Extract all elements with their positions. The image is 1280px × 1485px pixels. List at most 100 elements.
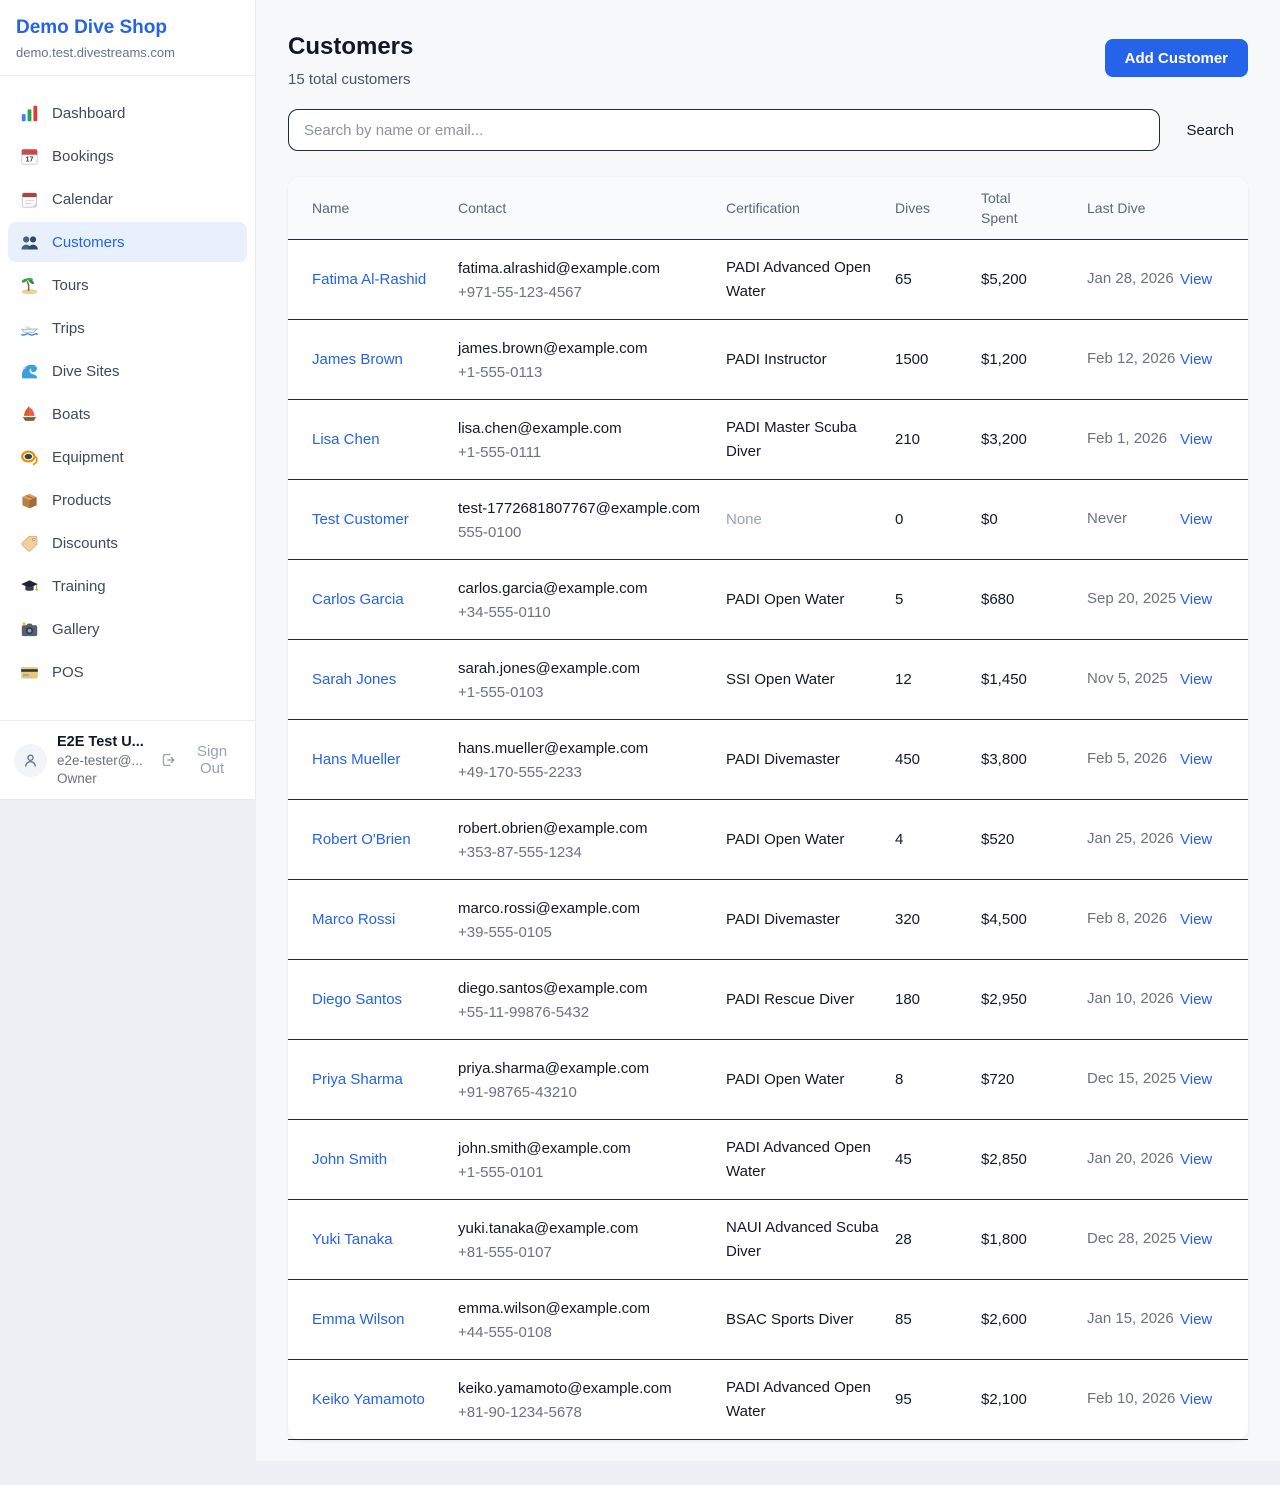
training-icon — [20, 577, 39, 596]
customer-dives: 4 — [895, 816, 981, 863]
customer-last-dive: Jan 20, 2026 — [1087, 1133, 1180, 1186]
customer-name-link[interactable]: Diego Santos — [312, 988, 402, 1012]
customer-name-link[interactable]: Robert O'Brien — [312, 828, 411, 852]
sidebar-item-calendar[interactable]: Calendar — [8, 179, 247, 219]
customer-phone: +55-11-99876-5432 — [458, 1004, 726, 1021]
customer-total-spent: $2,950 — [981, 976, 1087, 1023]
view-customer-link[interactable]: View — [1180, 1151, 1212, 1168]
customer-name-link[interactable]: Yuki Tanaka — [312, 1228, 393, 1252]
customer-email: fatima.alrashid@example.com — [458, 258, 726, 280]
customer-last-dive: Dec 28, 2025 — [1087, 1213, 1180, 1266]
sidebar-item-dashboard[interactable]: Dashboard — [8, 93, 247, 133]
customer-last-dive: Feb 1, 2026 — [1087, 413, 1180, 466]
view-customer-link[interactable]: View — [1180, 431, 1212, 448]
sidebar-item-dive-sites[interactable]: Dive Sites — [8, 351, 247, 391]
sidebar-item-label: Dive Sites — [52, 363, 120, 380]
customer-email: yuki.tanaka@example.com — [458, 1218, 726, 1240]
customer-email: diego.santos@example.com — [458, 978, 726, 1000]
view-customer-link[interactable]: View — [1180, 351, 1212, 368]
user-info: E2E Test U... e2e-tester@... Owner — [57, 734, 150, 786]
customer-name-link[interactable]: Carlos Garcia — [312, 588, 404, 612]
table-row: Diego Santos diego.santos@example.com +5… — [288, 960, 1248, 1040]
sidebar-item-gallery[interactable]: Gallery — [8, 609, 247, 649]
view-customer-link[interactable]: View — [1180, 831, 1212, 848]
customer-phone: +39-555-0105 — [458, 924, 726, 941]
sign-out-label: Sign Out — [183, 743, 241, 777]
customer-phone: +971-55-123-4567 — [458, 284, 726, 301]
sidebar-item-discounts[interactable]: Discounts — [8, 523, 247, 563]
customer-dives: 180 — [895, 976, 981, 1023]
sidebar-item-tours[interactable]: Tours — [8, 265, 247, 305]
view-customer-link[interactable]: View — [1180, 671, 1212, 688]
sidebar-item-training[interactable]: Training — [8, 566, 247, 606]
customer-dives: 0 — [895, 496, 981, 543]
customer-name-link[interactable]: Lisa Chen — [312, 428, 380, 452]
sidebar-item-label: Calendar — [52, 191, 113, 208]
customer-total-spent: $680 — [981, 576, 1087, 623]
view-customer-link[interactable]: View — [1180, 591, 1212, 608]
customer-total-spent: $520 — [981, 816, 1087, 863]
customer-name-link[interactable]: Hans Mueller — [312, 748, 400, 772]
table-row: Robert O'Brien robert.obrien@example.com… — [288, 800, 1248, 880]
search-input[interactable] — [288, 109, 1160, 151]
view-customer-link[interactable]: View — [1180, 751, 1212, 768]
customer-email: sarah.jones@example.com — [458, 658, 726, 680]
customers-icon — [20, 233, 39, 252]
table-row: Emma Wilson emma.wilson@example.com +44-… — [288, 1280, 1248, 1360]
sidebar-item-bookings[interactable]: Bookings — [8, 136, 247, 176]
view-customer-link[interactable]: View — [1180, 991, 1212, 1008]
customer-phone: +81-555-0107 — [458, 1244, 726, 1261]
sidebar-item-pos[interactable]: POS — [8, 652, 247, 692]
customers-table: Name Contact Certification Dives Total S… — [288, 177, 1248, 1440]
search-button[interactable]: Search — [1186, 122, 1248, 139]
view-customer-link[interactable]: View — [1180, 1071, 1212, 1088]
customer-phone: 555-0100 — [458, 524, 726, 541]
view-customer-link[interactable]: View — [1180, 1231, 1212, 1248]
customer-name-link[interactable]: Keiko Yamamoto — [312, 1388, 425, 1412]
customer-name-link[interactable]: Fatima Al-Rashid — [312, 268, 426, 292]
customer-email: james.brown@example.com — [458, 338, 726, 360]
customer-certification: PADI Advanced Open Water — [726, 1139, 871, 1180]
search-bar: Search — [256, 88, 1280, 151]
customer-name-link[interactable]: James Brown — [312, 348, 403, 372]
sidebar-item-label: Gallery — [52, 621, 100, 638]
customer-last-dive: Sep 20, 2025 — [1087, 573, 1180, 626]
add-customer-button[interactable]: Add Customer — [1105, 39, 1248, 77]
customer-name-link[interactable]: John Smith — [312, 1148, 387, 1172]
view-customer-link[interactable]: View — [1180, 911, 1212, 928]
tours-icon — [20, 276, 39, 295]
sidebar-item-products[interactable]: Products — [8, 480, 247, 520]
customer-name-link[interactable]: Marco Rossi — [312, 908, 395, 932]
customer-name-link[interactable]: Emma Wilson — [312, 1308, 405, 1332]
customer-phone: +1-555-0113 — [458, 364, 726, 381]
customer-dives: 450 — [895, 736, 981, 783]
sidebar-item-equipment[interactable]: Equipment — [8, 437, 247, 477]
view-customer-link[interactable]: View — [1180, 511, 1212, 528]
table-header-row: Name Contact Certification Dives Total S… — [288, 177, 1248, 240]
table-row: James Brown james.brown@example.com +1-5… — [288, 320, 1248, 400]
customer-phone: +34-555-0110 — [458, 604, 726, 621]
table-row: Yuki Tanaka yuki.tanaka@example.com +81-… — [288, 1200, 1248, 1280]
view-customer-link[interactable]: View — [1180, 271, 1212, 288]
customer-last-dive: Feb 5, 2026 — [1087, 733, 1180, 786]
view-customer-link[interactable]: View — [1180, 1391, 1212, 1408]
sidebar-item-customers[interactable]: Customers — [8, 222, 247, 262]
customer-certification: BSAC Sports Diver — [726, 1311, 854, 1328]
customer-email: john.smith@example.com — [458, 1138, 726, 1160]
sign-out-button[interactable]: Sign Out — [160, 743, 241, 777]
view-customer-link[interactable]: View — [1180, 1311, 1212, 1328]
customer-email: marco.rossi@example.com — [458, 898, 726, 920]
customer-dives: 12 — [895, 656, 981, 703]
column-header-contact: Contact — [458, 188, 726, 228]
customer-name-link[interactable]: Priya Sharma — [312, 1068, 403, 1092]
main-content: Customers 15 total customers Add Custome… — [256, 0, 1280, 1461]
table-row: Marco Rossi marco.rossi@example.com +39-… — [288, 880, 1248, 960]
sidebar-item-boats[interactable]: Boats — [8, 394, 247, 434]
customer-name-link[interactable]: Test Customer — [312, 508, 409, 532]
sidebar: Demo Dive Shop demo.test.divestreams.com… — [0, 0, 256, 800]
customer-name-link[interactable]: Sarah Jones — [312, 668, 396, 692]
sidebar-item-trips[interactable]: Trips — [8, 308, 247, 348]
table-row: Test Customer test-1772681807767@example… — [288, 480, 1248, 560]
sidebar-item-label: Dashboard — [52, 105, 125, 122]
customer-total-spent: $3,200 — [981, 416, 1087, 463]
